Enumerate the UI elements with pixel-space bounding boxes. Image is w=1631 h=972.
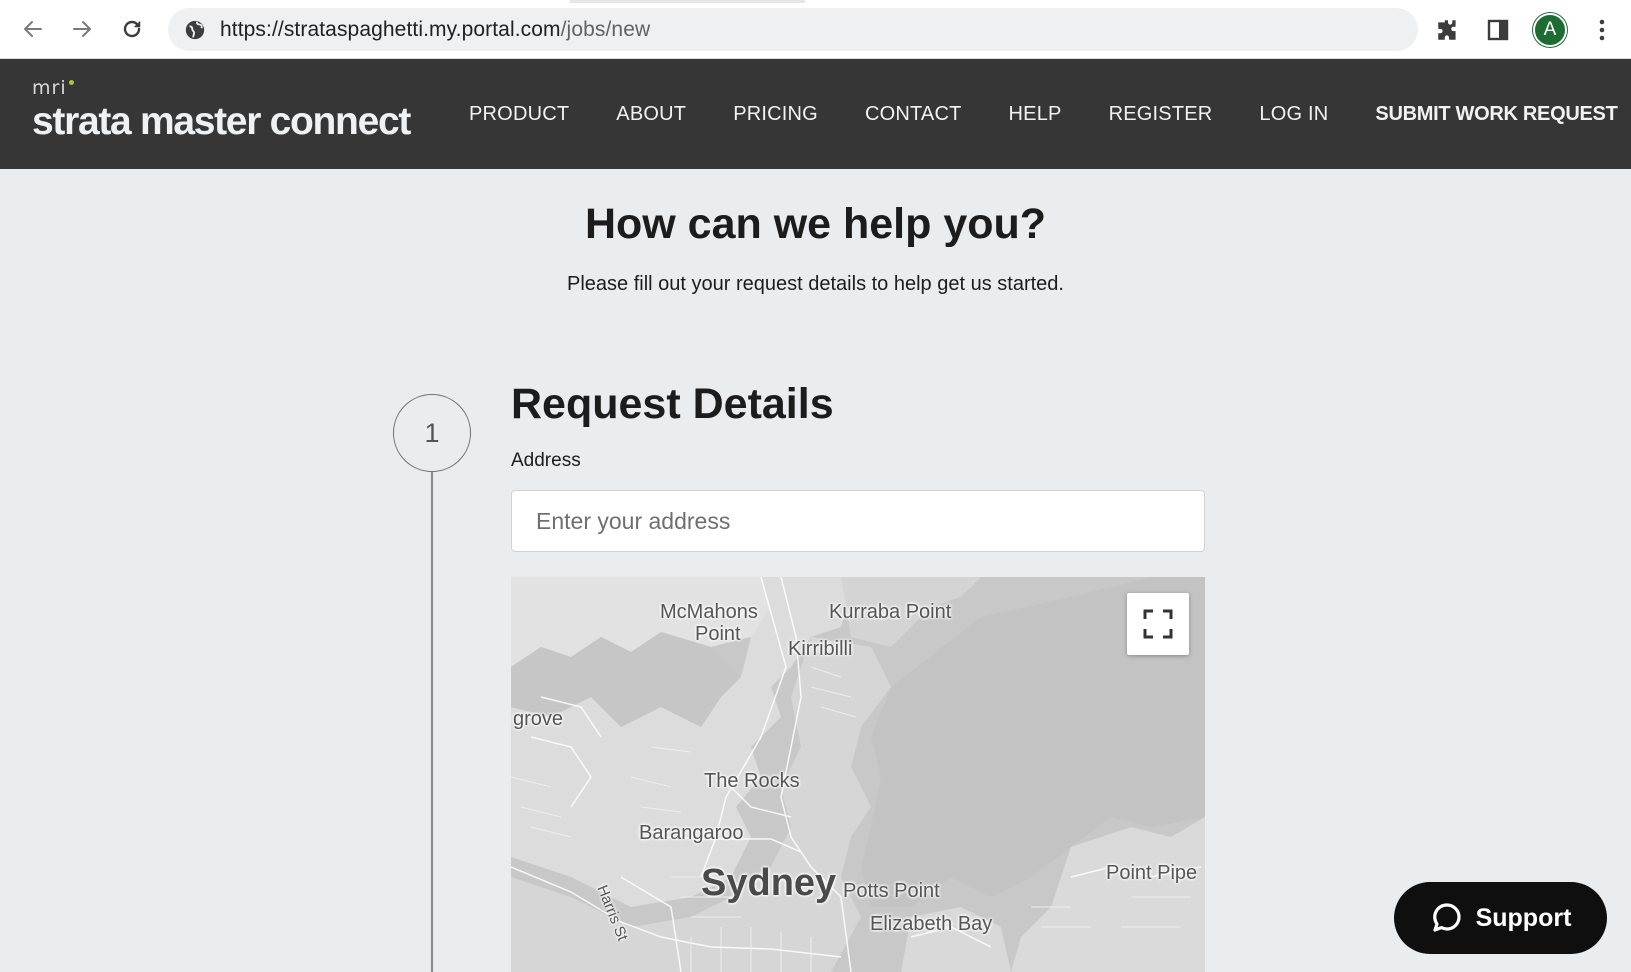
chat-bubble-icon — [1432, 903, 1461, 932]
nav-log-in[interactable]: LOG IN — [1259, 103, 1328, 126]
brand-name: strata master connect — [32, 100, 411, 143]
nav-product[interactable]: PRODUCT — [469, 103, 569, 126]
address-input[interactable] — [511, 490, 1205, 552]
brand-logo[interactable]: mri strata master connect — [32, 78, 411, 144]
map-label-grove: grove — [513, 708, 564, 730]
map-label-sydney: Sydney — [701, 862, 837, 904]
support-button[interactable]: Support — [1394, 882, 1607, 954]
extensions-icon[interactable] — [1433, 15, 1463, 45]
reload-icon[interactable] — [115, 12, 149, 46]
url-host: https://strataspaghetti.my.portal.com — [220, 17, 561, 41]
map-label-mcmahons: McMahons — [660, 601, 758, 623]
active-tab-indicator — [570, 0, 805, 3]
map-label-the-rocks: The Rocks — [704, 770, 800, 792]
browser-menu-icon[interactable] — [1587, 15, 1617, 45]
fullscreen-icon — [1143, 609, 1173, 639]
support-label: Support — [1475, 903, 1572, 932]
address-label: Address — [511, 450, 581, 471]
step-connector-line — [431, 472, 433, 972]
main-nav: PRODUCT ABOUT PRICING CONTACT HELP REGIS… — [469, 59, 1618, 169]
section-title: Request Details — [511, 380, 834, 428]
side-panel-icon[interactable] — [1483, 15, 1513, 45]
brand-dot — [69, 80, 74, 85]
nav-contact[interactable]: CONTACT — [865, 103, 962, 126]
url-path: /jobs/new — [560, 17, 651, 41]
page-title: How can we help you? — [584, 200, 1047, 248]
profile-avatar[interactable]: A — [1533, 13, 1567, 47]
map-label-kirribilli: Kirribilli — [788, 638, 853, 660]
map-label-point-piper: Point Pipe — [1106, 862, 1198, 884]
back-icon[interactable] — [16, 12, 50, 46]
nav-help[interactable]: HELP — [1009, 103, 1062, 126]
nav-register[interactable]: REGISTER — [1109, 103, 1213, 126]
forward-icon[interactable] — [65, 12, 99, 46]
nav-submit-work-request[interactable]: SUBMIT WORK REQUEST — [1375, 103, 1617, 126]
map-label-point: Point — [695, 623, 741, 645]
map[interactable]: McMahons Point Kurraba Point Kirribilli … — [511, 577, 1205, 972]
map-label-elizabeth-bay: Elizabeth Bay — [870, 913, 993, 935]
map-label-barangaroo: Barangaroo — [639, 822, 744, 844]
address-bar[interactable]: https://strataspaghetti.my.portal.com/jo… — [168, 8, 1418, 51]
site-header: mri strata master connect PRODUCT ABOUT … — [0, 59, 1631, 169]
url-text: https://strataspaghetti.my.portal.com/jo… — [220, 18, 650, 42]
step-indicator: 1 — [393, 394, 471, 472]
nav-pricing[interactable]: PRICING — [733, 103, 818, 126]
site-info-icon[interactable] — [184, 19, 206, 41]
brand-mri-text: mri — [32, 77, 67, 99]
brand-mri-mark: mri — [32, 78, 410, 98]
map-label-kurraba-point: Kurraba Point — [829, 601, 952, 623]
browser-chrome: https://strataspaghetti.my.portal.com/jo… — [0, 0, 1631, 59]
map-fullscreen-button[interactable] — [1127, 593, 1189, 655]
browser-toolbar-right: A — [1433, 10, 1617, 50]
nav-about[interactable]: ABOUT — [616, 103, 686, 126]
page-subtitle: Please fill out your request details to … — [567, 273, 1064, 295]
map-label-potts-point: Potts Point — [843, 880, 940, 902]
